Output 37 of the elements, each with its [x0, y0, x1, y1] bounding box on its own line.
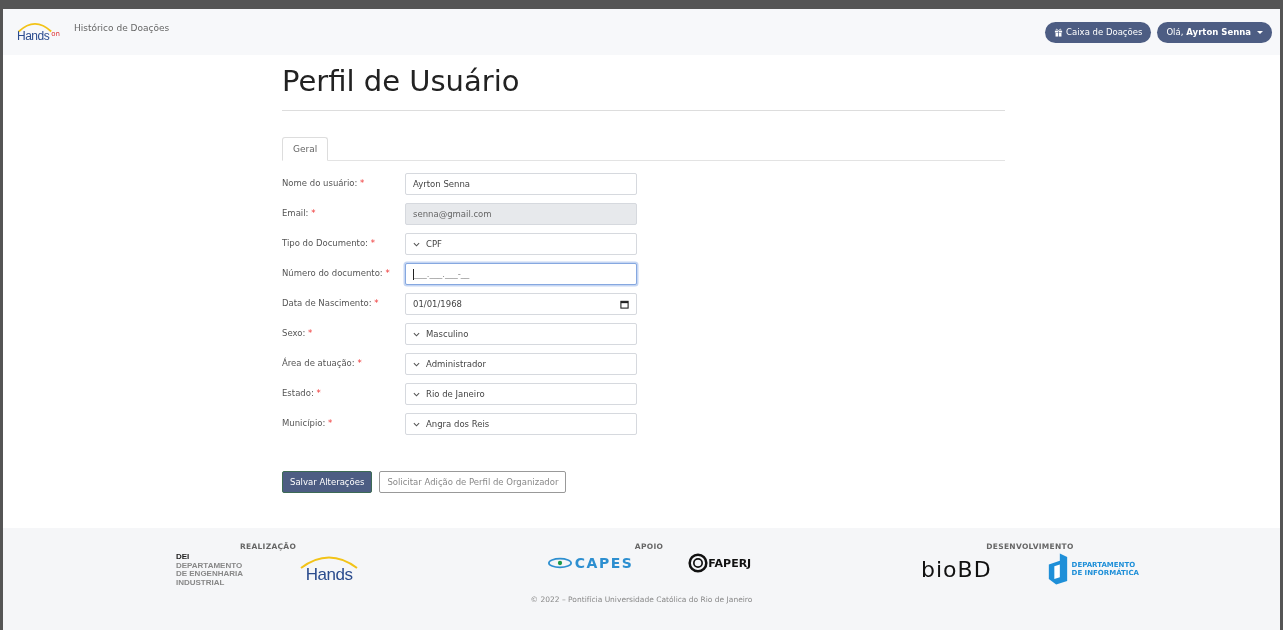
field-label: Data de Nascimento: * — [282, 297, 380, 310]
field-label: Município: * — [282, 417, 334, 430]
chevron-icon — [413, 391, 420, 397]
select-field[interactable]: Angra dos Reis — [405, 413, 637, 435]
nav-link[interactable]: Histórico de Doações — [73, 23, 170, 33]
field-label: Nome do usuário: * — [282, 177, 366, 190]
field-label: Sexo: * — [282, 327, 314, 340]
dei-logo: DEI DEPARTAMENTO DE ENGENHARIA INDUSTRIAL — [175, 553, 244, 587]
tab[interactable]: Geral — [282, 137, 329, 161]
biobd-logo: bioBD — [921, 556, 992, 582]
date-field[interactable]: 01/01/1968 — [405, 293, 637, 315]
field-label: Área de atuação: * — [282, 356, 363, 370]
select-field[interactable]: Masculino — [405, 323, 637, 345]
field-label: Email: * — [282, 207, 317, 220]
capes-logo: CAPES — [546, 555, 634, 571]
donation-box-button[interactable]: Caixa de Doações — [1045, 21, 1152, 43]
hands-logo: Hands — [298, 555, 361, 585]
chevron-icon — [413, 361, 420, 367]
faperj-logo: FAPERJ — [688, 553, 752, 573]
input-field[interactable]: Ayrton Senna — [405, 173, 637, 195]
input-field[interactable]: ___.___.___-__ — [405, 263, 637, 285]
select-field[interactable]: Rio de Janeiro — [405, 383, 637, 405]
chevron-icon — [413, 241, 420, 247]
chevron-icon — [413, 331, 420, 337]
page-title: Perfil de Usuário — [282, 64, 1005, 111]
field-label: Estado: * — [282, 387, 322, 400]
save-button[interactable]: Salvar Alterações — [282, 471, 373, 493]
field-label: Tipo do Documento: * — [282, 237, 376, 250]
chevron-icon — [413, 421, 420, 427]
request-button[interactable]: Solicitar Adição de Perfil de Organizador — [379, 471, 567, 493]
user-menu-button[interactable]: Olá, Ayrton Senna — [1157, 21, 1272, 43]
field-label: Número do documento: * — [282, 267, 391, 280]
caret-icon — [1257, 30, 1263, 34]
calendar-icon — [620, 299, 629, 309]
gift-icon — [1054, 27, 1064, 37]
select-field[interactable]: CPF — [405, 233, 637, 255]
select-field[interactable]: Administrador — [405, 353, 637, 375]
